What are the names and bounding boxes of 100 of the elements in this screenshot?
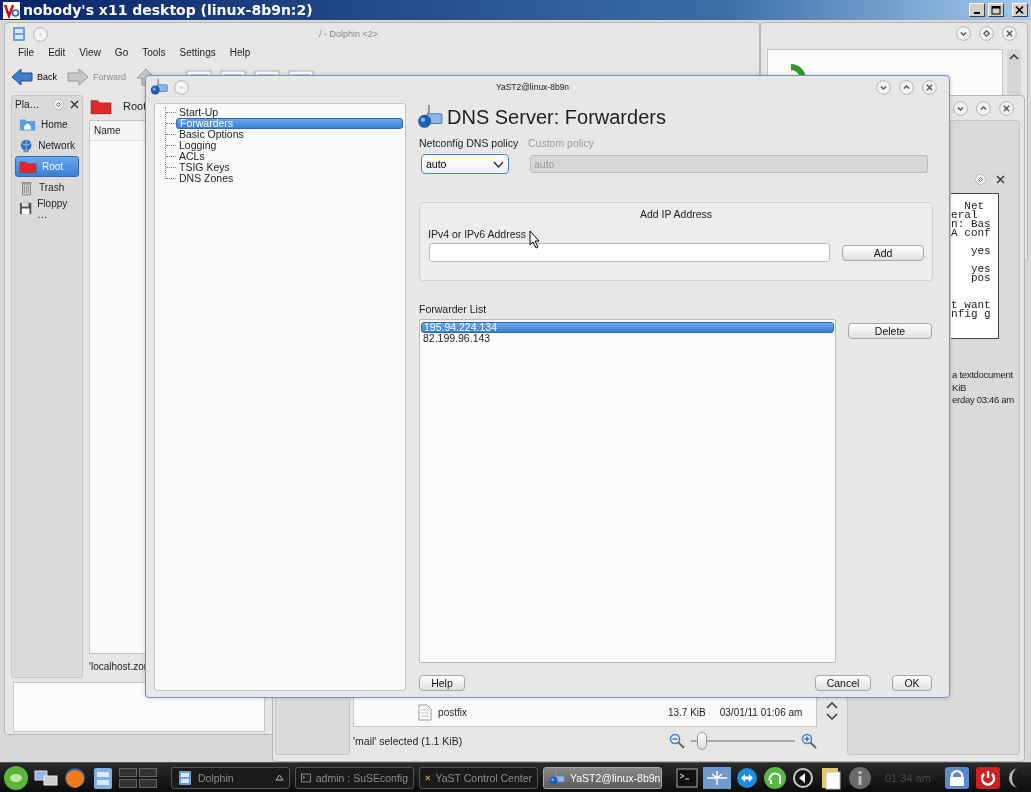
tree-item[interactable]: ACLs xyxy=(176,151,208,162)
tree-item[interactable]: DNS Zones xyxy=(176,173,237,184)
folder-icon xyxy=(89,97,113,115)
cancel-button[interactable]: Cancel xyxy=(815,675,871,691)
terminal-icon xyxy=(301,770,311,785)
field-label: Netconfig DNS policy xyxy=(419,137,520,149)
tree-item[interactable]: TSIG Keys xyxy=(176,162,233,173)
preview-text-line: A conf xyxy=(951,227,991,239)
breadcrumb[interactable]: Root xyxy=(123,100,147,112)
viewer-logo-icon xyxy=(3,1,20,19)
arrow-right-icon xyxy=(67,68,89,86)
file-cabinet-icon[interactable] xyxy=(92,765,114,790)
slider-thumb[interactable] xyxy=(696,732,707,750)
power-icon[interactable] xyxy=(974,765,1001,790)
file-name[interactable]: postfix xyxy=(438,706,620,718)
preview-text-line: yes xyxy=(969,245,991,257)
close-icon[interactable] xyxy=(70,100,79,109)
taskbar-button[interactable]: YaST2@linux-8b9n xyxy=(543,766,662,789)
policy-dropdown[interactable]: auto xyxy=(421,154,509,174)
caret-icon[interactable] xyxy=(275,774,284,781)
zoom-out-icon[interactable] xyxy=(669,733,686,749)
tree-item[interactable]: Basic Options xyxy=(176,129,247,140)
menu-item[interactable]: Go xyxy=(107,47,136,63)
close-icon[interactable] xyxy=(996,174,1005,184)
menu-item[interactable]: Settings xyxy=(172,47,223,63)
status-text: 'mail' selected (1.1 KiB) xyxy=(353,735,463,747)
browser-globe-icon[interactable] xyxy=(63,765,87,790)
taskbar-button[interactable]: YaST Control Center xyxy=(419,766,538,789)
tree-item[interactable]: Logging xyxy=(176,140,220,151)
delete-button[interactable]: Delete xyxy=(848,323,932,339)
window-title: YaST2@linux-8b9n xyxy=(494,82,571,92)
network-computer-icon xyxy=(549,769,565,786)
window-title: nobody's x11 desktop (linux-8b9n:2) xyxy=(23,2,314,18)
menu-item[interactable]: Help xyxy=(222,47,258,63)
close-button[interactable] xyxy=(1002,26,1017,41)
network-computer-icon xyxy=(150,78,168,96)
network-icon[interactable] xyxy=(703,766,731,789)
lock-icon[interactable] xyxy=(943,765,970,790)
remote-control-icon[interactable] xyxy=(736,766,758,789)
preview-text-line: Net xyxy=(964,200,985,212)
network-computers-icon[interactable] xyxy=(34,767,58,788)
tree-item[interactable]: Start-Up xyxy=(176,107,222,118)
panel-title: Pla… xyxy=(15,99,41,110)
status-text: 'localhost.zor xyxy=(89,660,148,672)
keep-above-button[interactable] xyxy=(53,99,64,110)
preview-text-line: eral xyxy=(951,209,978,221)
folder-icon xyxy=(19,159,37,174)
desktop-thumbnail[interactable] xyxy=(139,767,157,777)
preview-text-line: yes xyxy=(969,263,991,275)
help-button[interactable]: Help xyxy=(419,675,465,691)
maximize-icon xyxy=(991,5,1001,15)
info-text: KiB xyxy=(952,381,966,393)
desktop-pager[interactable] xyxy=(119,767,157,788)
network-computer-icon xyxy=(417,104,443,130)
info-text: erday 03:46 am xyxy=(952,394,1014,405)
minimize-icon xyxy=(974,12,980,14)
places-item[interactable]: Trash xyxy=(15,177,79,198)
add-button[interactable]: Add xyxy=(842,244,924,261)
field-label: Custom policy xyxy=(528,137,594,149)
keep-above-button[interactable] xyxy=(979,26,994,41)
globe-icon xyxy=(19,137,34,154)
menu-item[interactable]: Tools xyxy=(135,47,173,63)
start-menu-button[interactable] xyxy=(3,764,29,791)
ok-button[interactable]: OK xyxy=(892,675,932,691)
info-icon[interactable] xyxy=(848,765,872,790)
trash-icon xyxy=(19,179,34,196)
terminal-icon[interactable] xyxy=(676,767,698,788)
file-size: 13.7 KiB xyxy=(666,706,706,718)
keep-above-button[interactable] xyxy=(975,173,986,185)
file-date: 03/01/11 01:06 am xyxy=(719,706,803,718)
desktop-thumbnail[interactable] xyxy=(119,778,137,788)
menu-item[interactable]: Edit xyxy=(41,47,73,63)
arrow-left-icon xyxy=(11,68,33,86)
document-icon xyxy=(418,703,433,721)
file-cabinet-icon xyxy=(177,769,193,786)
group-title: Add IP Address xyxy=(638,208,714,220)
floppy-icon xyxy=(19,201,33,216)
close-button[interactable] xyxy=(922,79,937,95)
menu-item[interactable]: File xyxy=(11,47,42,63)
close-button[interactable] xyxy=(999,101,1014,116)
places-item[interactable]: Network xyxy=(15,135,79,156)
speaker-icon[interactable] xyxy=(792,766,814,789)
list-item[interactable]: 82.199.96.143 xyxy=(421,333,834,343)
close-icon xyxy=(1015,5,1025,15)
desktop-thumbnail[interactable] xyxy=(139,778,157,788)
places-item[interactable]: Floppy … xyxy=(15,198,79,219)
address-input-field[interactable] xyxy=(429,243,830,262)
menu-item[interactable]: View xyxy=(72,47,108,63)
window-title: / - Dolphin <2> xyxy=(317,29,379,39)
home-folder-icon xyxy=(19,117,36,132)
preview-text-line: nfig g xyxy=(951,308,991,320)
places-item[interactable]: Home xyxy=(15,114,79,135)
file-cabinet-icon xyxy=(11,26,27,42)
page-heading: DNS Server: Forwarders xyxy=(447,105,666,129)
desktop-thumbnail[interactable] xyxy=(119,767,137,777)
zoom-in-icon[interactable] xyxy=(801,733,818,749)
taskbar-button[interactable]: Dolphin xyxy=(171,766,290,789)
info-text: a textdocument xyxy=(952,369,1013,380)
taskbar-button[interactable]: admin : SuSEconfig xyxy=(295,766,414,789)
back-button[interactable]: Back xyxy=(11,68,57,86)
